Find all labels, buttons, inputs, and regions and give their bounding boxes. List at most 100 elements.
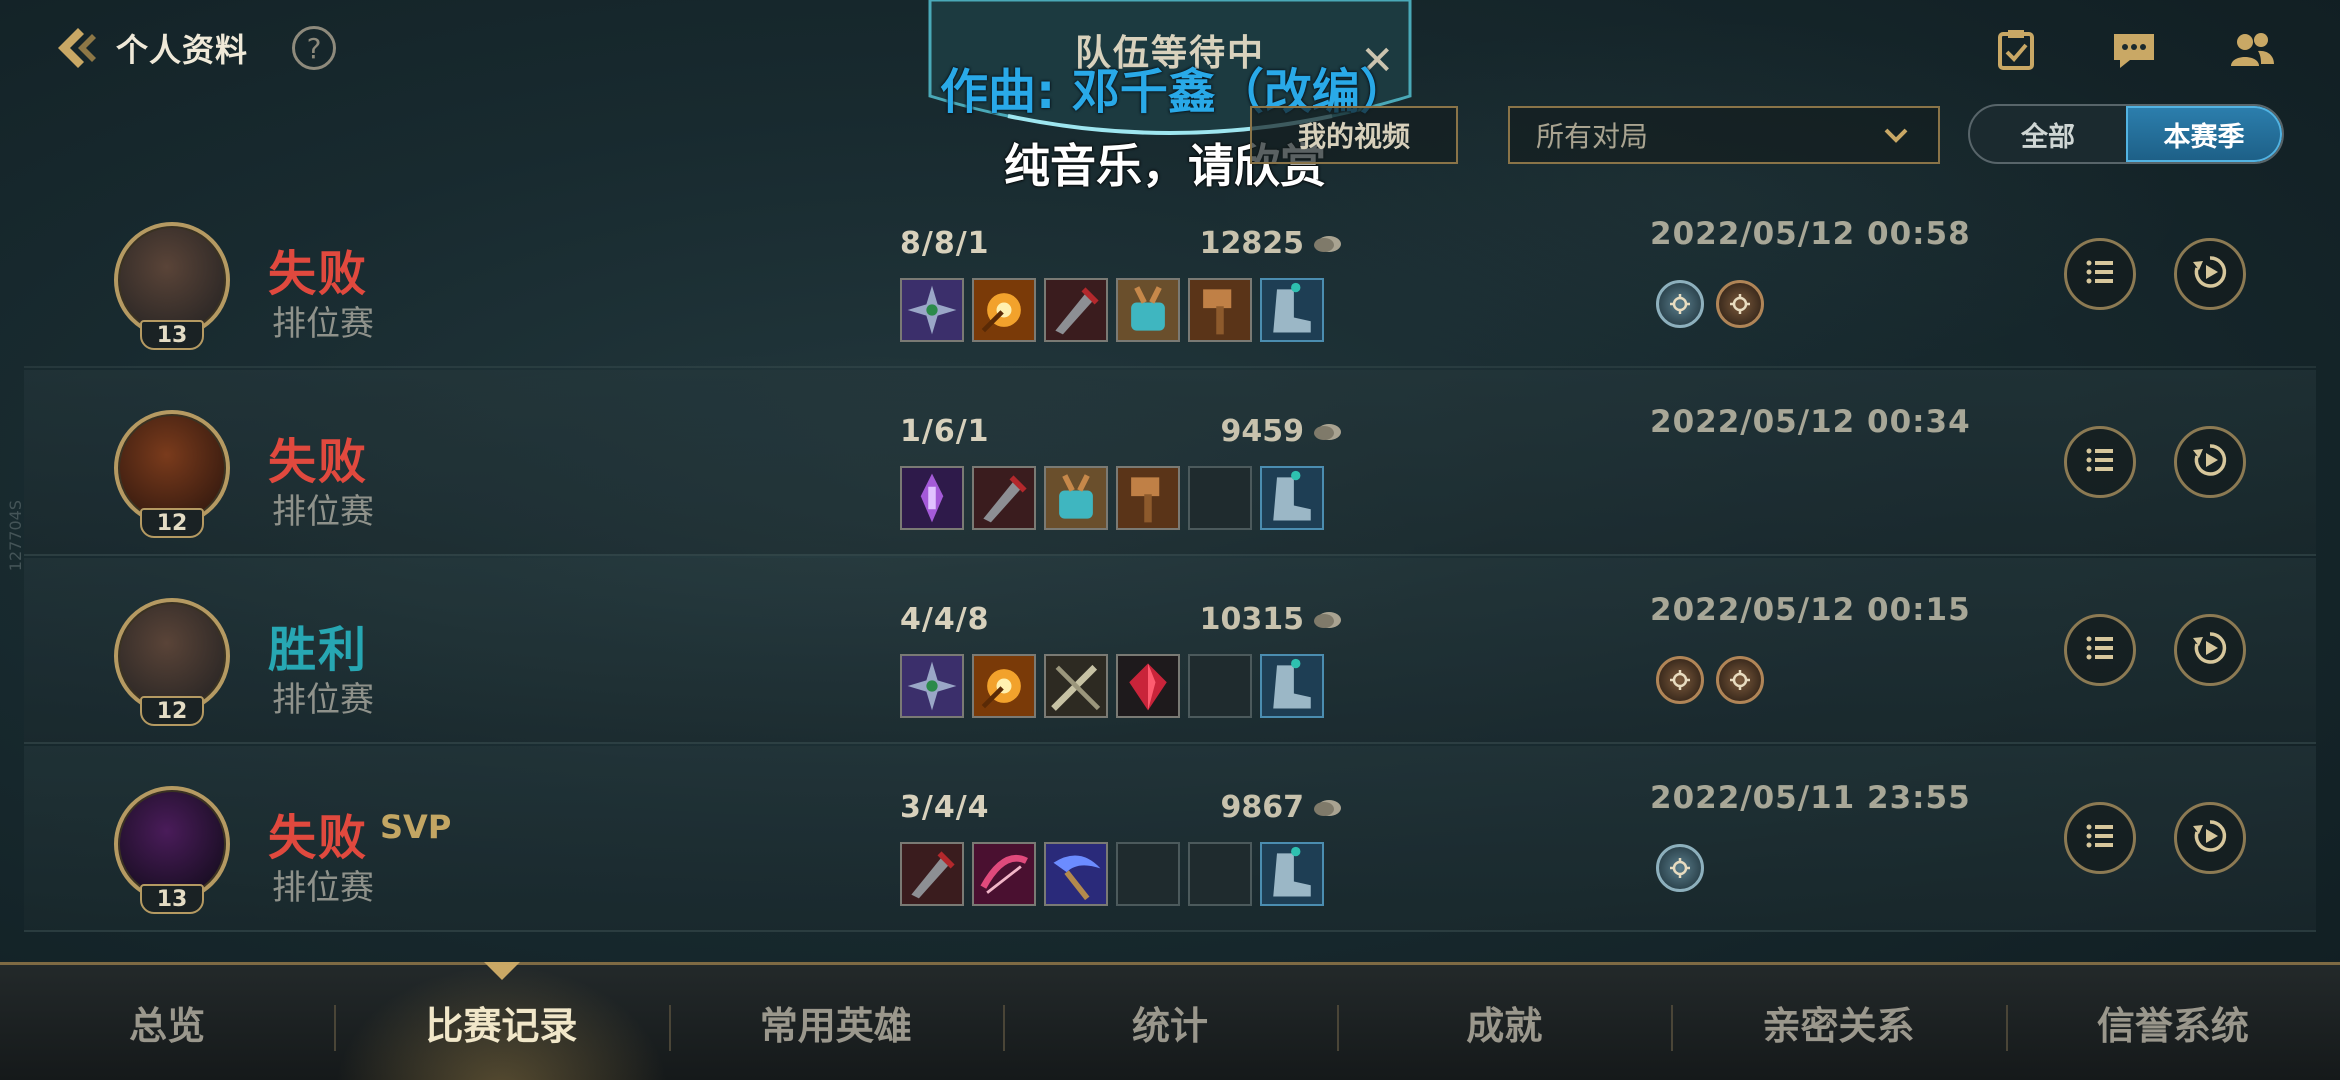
match-mode: 排位赛 [272, 304, 374, 344]
season-toggle: 全部 本赛季 [1968, 104, 2284, 164]
page-title: 个人资料 [116, 31, 249, 69]
nav-tab[interactable]: 总览 [0, 965, 334, 1080]
my-video-button[interactable]: 我的视频 [1250, 106, 1458, 164]
match-result: 失败 [268, 434, 369, 490]
kda-value: 1/6/1 [900, 414, 990, 449]
empty-item-slot[interactable] [1116, 842, 1180, 906]
list-icon [2080, 816, 2120, 860]
match-filter-value: 所有对局 [1536, 120, 1649, 153]
item-shuriken-icon[interactable] [900, 654, 964, 718]
medal-icon[interactable] [1716, 656, 1764, 704]
top-icon-group [1986, 22, 2282, 78]
hero-level-badge: 13 [140, 320, 204, 350]
item-scythe-icon[interactable] [1044, 842, 1108, 906]
item-slots [900, 466, 1324, 530]
gold-coin-icon [1314, 611, 1341, 628]
item-purple-relic-icon[interactable] [900, 466, 964, 530]
empty-item-slot[interactable] [1188, 654, 1252, 718]
item-sun-orb-icon[interactable] [972, 654, 1036, 718]
nav-tab[interactable]: 亲密关系 [1671, 965, 2005, 1080]
item-boots-icon[interactable] [1260, 654, 1324, 718]
match-row[interactable]: 13 失败 SVP 排位赛 3/4/4 9867 2022/05/11 23:55 [24, 746, 2316, 932]
item-swords-icon[interactable] [1044, 654, 1108, 718]
medal-icon[interactable] [1656, 280, 1704, 328]
gold-value: 9459 [1220, 414, 1305, 449]
item-boots-icon[interactable] [1260, 842, 1324, 906]
nav-tab[interactable]: 比赛记录 [334, 965, 669, 1080]
help-icon[interactable]: ? [292, 26, 336, 70]
medal-icon[interactable] [1656, 656, 1704, 704]
season-all-option[interactable]: 全部 [1970, 106, 2126, 162]
match-detail-button[interactable] [2064, 614, 2136, 686]
match-mode: 排位赛 [272, 868, 374, 908]
replay-button[interactable] [2174, 238, 2246, 310]
item-sun-orb-icon[interactable] [972, 278, 1036, 342]
nav-tab[interactable]: 统计 [1002, 965, 1337, 1080]
item-blade-icon[interactable] [900, 842, 964, 906]
match-mode: 排位赛 [272, 492, 374, 532]
match-row[interactable]: 12 失败 排位赛 1/6/1 9459 2022/05/12 00:34 [24, 370, 2316, 556]
replay-button[interactable] [2174, 614, 2246, 686]
match-row[interactable]: 12 胜利 排位赛 4/4/8 10315 2022/05/12 00:15 [24, 558, 2316, 744]
nav-tab[interactable]: 常用英雄 [668, 965, 1003, 1080]
replay-button[interactable] [2174, 802, 2246, 874]
item-hammer-icon[interactable] [1188, 278, 1252, 342]
list-icon [2080, 628, 2120, 672]
gold-coin-icon [1314, 799, 1341, 816]
nav-tab[interactable]: 信誉系统 [2005, 965, 2340, 1080]
chevron-down-icon [1884, 128, 1908, 143]
active-tab-pointer-icon [484, 962, 520, 980]
item-blade-icon[interactable] [972, 466, 1036, 530]
hero-avatar: 12 [114, 410, 230, 538]
item-boots-icon[interactable] [1260, 278, 1324, 342]
hero-avatar: 12 [114, 598, 230, 726]
match-date: 2022/05/12 00:34 [1650, 404, 1971, 440]
side-watermark: 127704S [6, 500, 25, 572]
item-boots-icon[interactable] [1260, 466, 1324, 530]
item-hammer-icon[interactable] [1116, 466, 1180, 530]
chat-icon[interactable] [2104, 22, 2164, 78]
hero-level-badge: 13 [140, 884, 204, 914]
gold-earned: 12825 [1150, 226, 1342, 261]
replay-icon [2190, 628, 2230, 672]
match-filter-select[interactable]: 所有对局 [1508, 106, 1940, 164]
item-ruby-icon[interactable] [1116, 654, 1180, 718]
season-current-option[interactable]: 本赛季 [2126, 106, 2282, 162]
medal-group [1656, 656, 1764, 704]
empty-item-slot[interactable] [1188, 466, 1252, 530]
back-button[interactable]: 个人资料 [48, 20, 248, 76]
item-crystal-gauntlet-icon[interactable] [1044, 466, 1108, 530]
item-shuriken-icon[interactable] [900, 278, 964, 342]
back-arrow-icon [58, 28, 96, 68]
hero-avatar: 13 [114, 786, 230, 914]
item-blade-icon[interactable] [1044, 278, 1108, 342]
match-date: 2022/05/12 00:58 [1650, 216, 1971, 252]
gold-coin-icon [1314, 235, 1341, 252]
medal-group [1656, 844, 1704, 892]
task-icon[interactable] [1986, 22, 2046, 78]
gold-value: 10315 [1199, 602, 1304, 637]
match-date: 2022/05/11 23:55 [1650, 780, 1971, 816]
match-detail-button[interactable] [2064, 238, 2136, 310]
medal-icon[interactable] [1716, 280, 1764, 328]
replay-button[interactable] [2174, 426, 2246, 498]
item-crystal-gauntlet-icon[interactable] [1116, 278, 1180, 342]
gold-earned: 10315 [1150, 602, 1342, 637]
gold-coin-icon [1314, 423, 1341, 440]
match-mode: 排位赛 [272, 680, 374, 720]
friends-icon[interactable] [2222, 22, 2282, 78]
empty-item-slot[interactable] [1188, 842, 1252, 906]
medal-group [1656, 280, 1764, 328]
match-detail-button[interactable] [2064, 426, 2136, 498]
match-row[interactable]: 13 失败 排位赛 8/8/1 12825 2022/05/12 00:58 [24, 182, 2316, 368]
replay-icon [2190, 252, 2230, 296]
kda-value: 3/4/4 [900, 790, 990, 825]
match-detail-button[interactable] [2064, 802, 2136, 874]
svp-badge: SVP [380, 808, 452, 846]
match-result: 胜利 [268, 622, 369, 678]
medal-icon[interactable] [1656, 844, 1704, 892]
item-crimson-bow-icon[interactable] [972, 842, 1036, 906]
item-slots [900, 278, 1324, 342]
nav-tab[interactable]: 成就 [1337, 965, 1671, 1080]
hero-level-badge: 12 [140, 696, 204, 726]
